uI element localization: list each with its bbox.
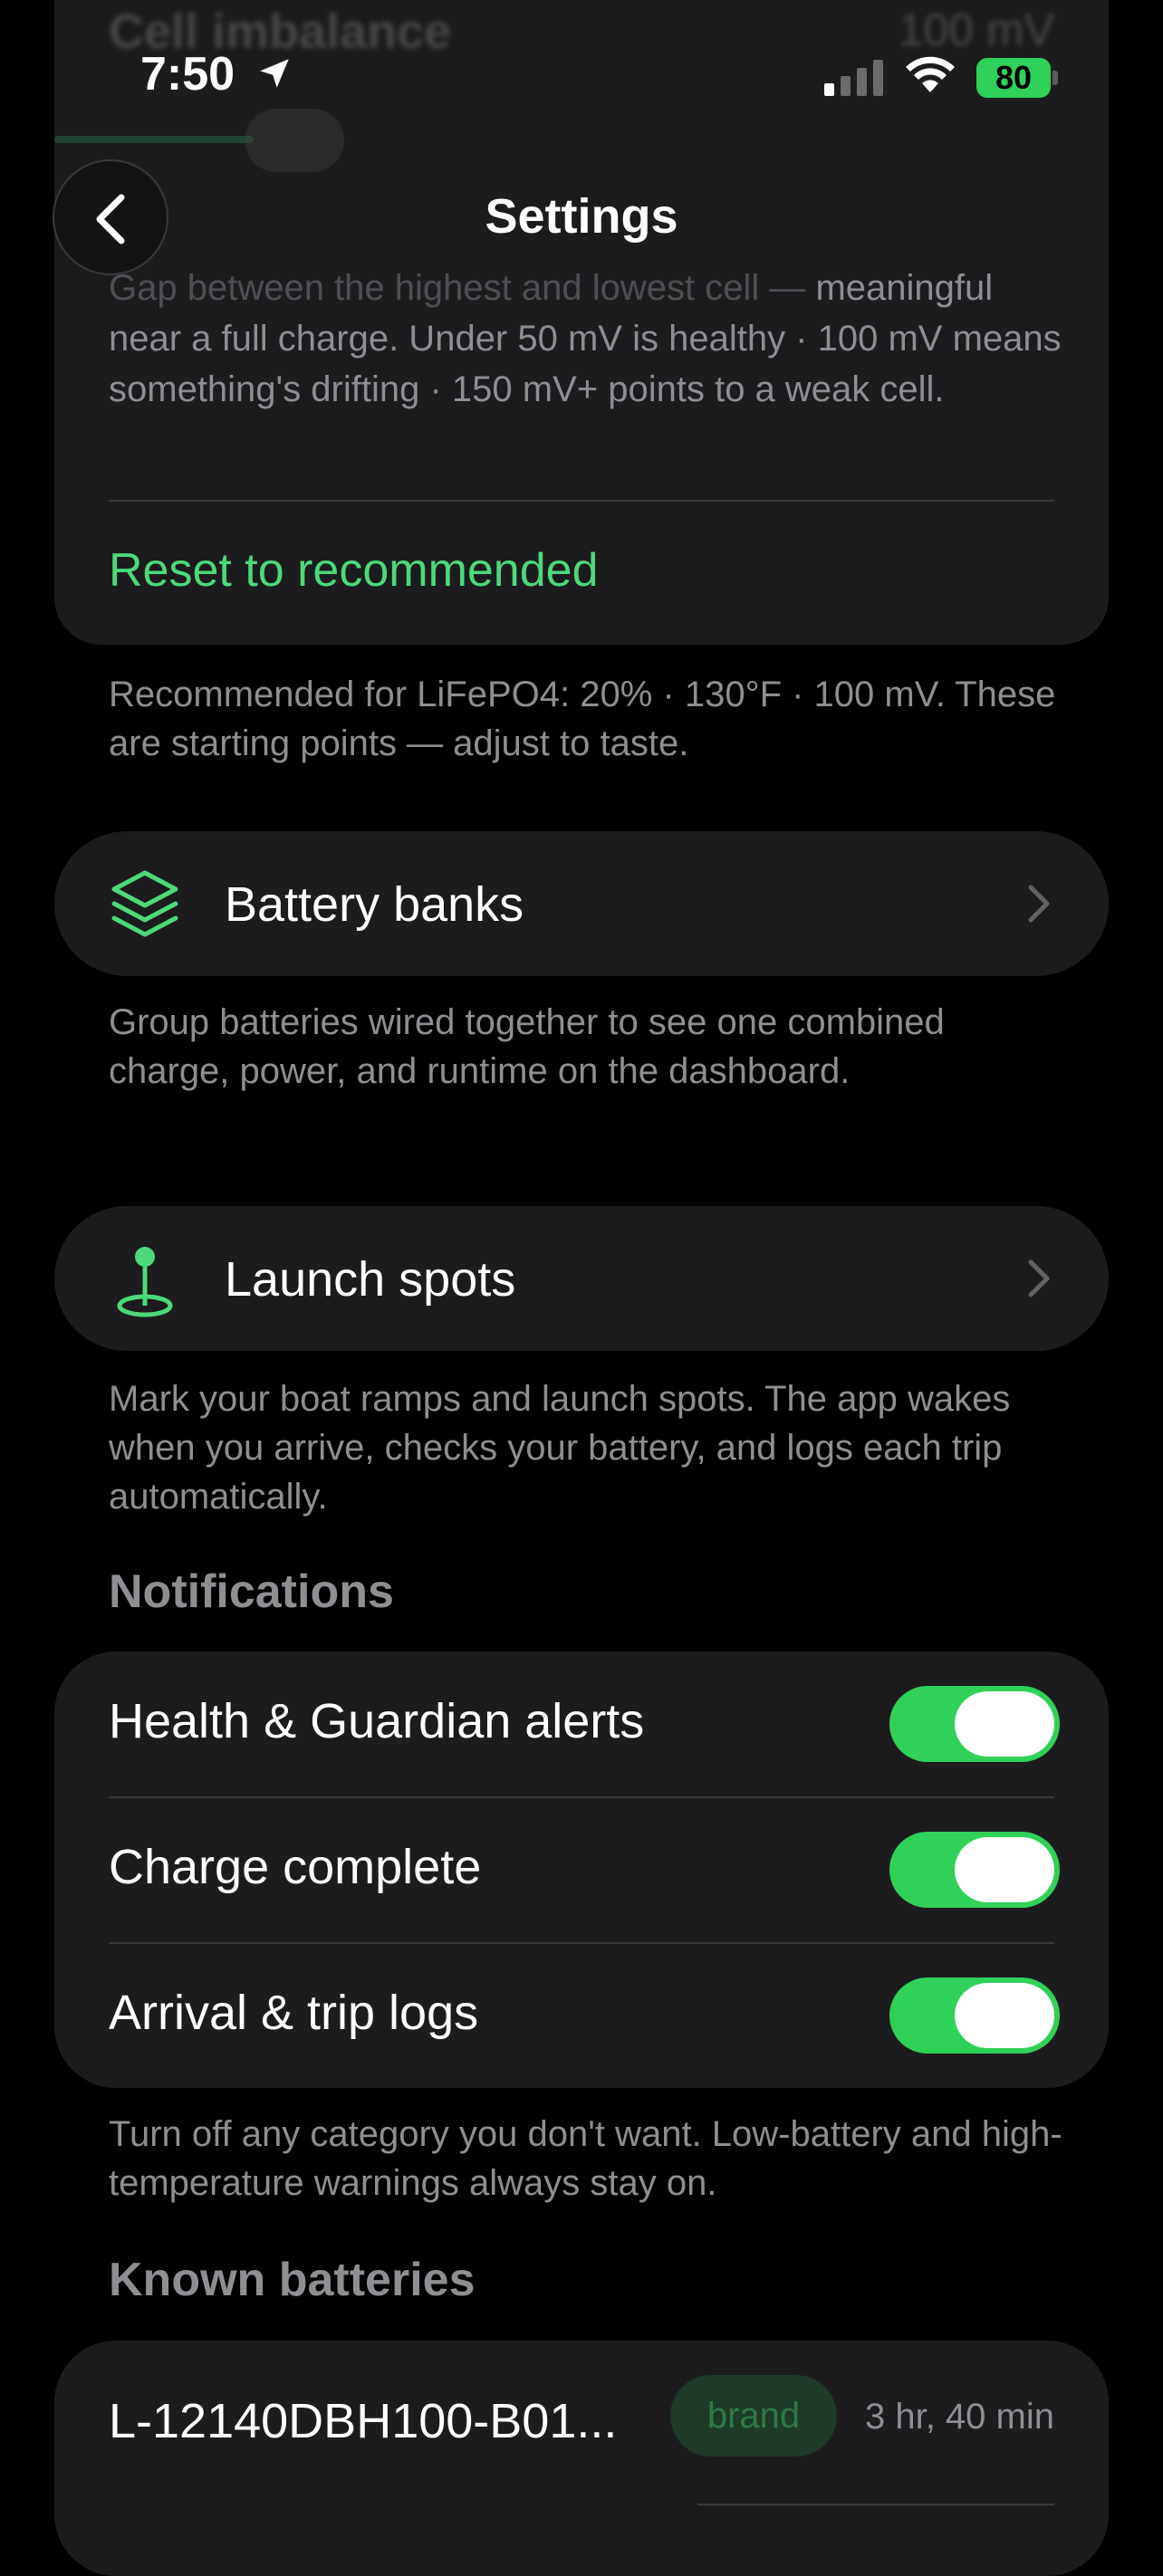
location-arrow-icon bbox=[255, 54, 293, 97]
notification-row-health-guardian: Health & Guardian alerts bbox=[54, 1652, 1109, 1796]
launch-spots-footnote: Mark your boat ramps and launch spots. T… bbox=[109, 1379, 1011, 1517]
notifications-header: Notifications bbox=[109, 1566, 394, 1618]
notification-label: Charge complete bbox=[109, 1840, 482, 1894]
recommended-footnote: Recommended for LiFePO4: 20% · 130°F · 1… bbox=[109, 675, 1056, 763]
cell-imbalance-description-faded: Gap between the highest and lowest cell … bbox=[109, 268, 806, 308]
cellular-signal-icon bbox=[824, 60, 884, 101]
notification-label: Health & Guardian alerts bbox=[109, 1694, 645, 1748]
battery-banks-row[interactable]: Battery banks bbox=[54, 831, 1109, 976]
battery-icon bbox=[1052, 71, 1058, 85]
arrival-trip-logs-toggle[interactable] bbox=[889, 1977, 1060, 2054]
cell-imbalance-value: 100 mV bbox=[898, 5, 1054, 55]
launch-spots-row[interactable]: Launch spots bbox=[54, 1206, 1109, 1351]
map-pin-icon bbox=[109, 1242, 181, 1323]
known-batteries-card: L-12140DBH100-B01... brand 3 hr, 40 min bbox=[54, 2341, 1109, 2576]
chevron-right-icon bbox=[1027, 1259, 1051, 1303]
divider bbox=[697, 2504, 1054, 2505]
cell-imbalance-description: Gap between the highest and lowest cell … bbox=[109, 263, 1063, 415]
reset-to-recommended-button[interactable]: Reset to recommended bbox=[109, 543, 599, 598]
launch-spots-label: Launch spots bbox=[225, 1252, 516, 1307]
chevron-right-icon bbox=[1027, 884, 1051, 928]
battery-level: 80 bbox=[976, 58, 1051, 98]
status-time: 7:50 bbox=[140, 48, 235, 101]
layers-icon bbox=[109, 867, 181, 944]
notification-row-charge-complete: Charge complete bbox=[54, 1797, 1109, 1942]
page-title: Settings bbox=[485, 189, 678, 244]
battery-banks-label: Battery banks bbox=[225, 877, 524, 932]
charge-complete-toggle[interactable] bbox=[889, 1832, 1060, 1908]
notifications-footnote: Turn off any category you don't want. Lo… bbox=[109, 2114, 1062, 2203]
wifi-icon bbox=[902, 53, 958, 101]
cell-imbalance-slider-track[interactable] bbox=[54, 136, 254, 143]
cell-imbalance-slider-thumb[interactable] bbox=[245, 109, 344, 172]
known-batteries-header: Known batteries bbox=[109, 2254, 476, 2306]
brand-badge: brand bbox=[670, 2375, 837, 2456]
toggle-knob bbox=[955, 1983, 1054, 2048]
notification-row-arrival-trip: Arrival & trip logs bbox=[54, 1943, 1109, 2088]
toggle-knob bbox=[955, 1837, 1054, 1902]
notification-label: Arrival & trip logs bbox=[109, 1986, 479, 2040]
battery-name: L-12140DBH100-B01... bbox=[109, 2394, 618, 2448]
battery-banks-footnote: Group batteries wired together to see on… bbox=[109, 1002, 945, 1091]
divider bbox=[109, 500, 1054, 502]
notifications-card: Health & Guardian alerts Charge complete… bbox=[54, 1652, 1109, 2088]
toggle-knob bbox=[955, 1691, 1054, 1757]
health-guardian-alerts-toggle[interactable] bbox=[889, 1686, 1060, 1762]
battery-runtime: 3 hr, 40 min bbox=[864, 2397, 1054, 2437]
